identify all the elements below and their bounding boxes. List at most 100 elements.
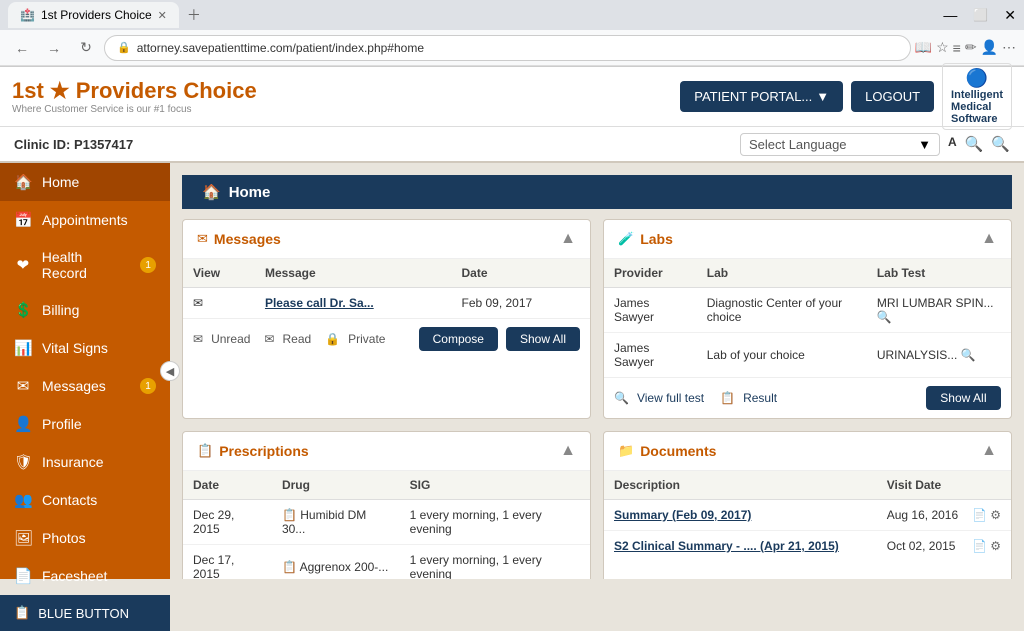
messages-col-date: Date — [451, 259, 590, 288]
vital-signs-icon: 📊 — [14, 339, 32, 357]
lab-test-search-icon-2[interactable]: 🔍 — [961, 348, 976, 362]
dashboard-grid: ✉ Messages ▲ View Message Date — [182, 219, 1012, 579]
tab-title: 1st Providers Choice — [41, 8, 152, 22]
main-content: 🏠 Home ✉ Messages ▲ View Message — [170, 163, 1024, 579]
logo-area: 1st ★ Providers Choice Where Customer Se… — [12, 78, 680, 115]
profile-icon[interactable]: 👤 — [981, 39, 998, 56]
sidebar-item-billing[interactable]: 💲 Billing — [0, 291, 170, 329]
messages-panel-collapse[interactable]: ▲ — [560, 230, 576, 248]
prescriptions-panel: 📋 Prescriptions ▲ Date Drug SIG — [182, 431, 591, 579]
lab-name-2: Lab of your choice — [697, 333, 867, 378]
unread-label: Unread — [211, 332, 250, 346]
appointments-icon: 📅 — [14, 211, 32, 229]
labs-panel-collapse[interactable]: ▲ — [981, 230, 997, 248]
sidebar-item-profile[interactable]: 👤 Profile — [0, 405, 170, 443]
search-icon-2[interactable]: 🔍 — [991, 135, 1010, 153]
home-icon: 🏠 — [14, 173, 32, 191]
rx-col-sig: SIG — [400, 471, 590, 500]
doc-settings-icon-2[interactable]: ⚙ — [990, 539, 1001, 553]
browser-nav-right: 📖 ☆ ≡ ✏ 👤 ⋯ — [915, 39, 1016, 56]
labs-panel-icon: 🧪 — [618, 231, 634, 247]
insurance-icon: 🛡 — [14, 453, 32, 471]
prescriptions-panel-body: Date Drug SIG Dec 29, 2015 📋 Humibid DM … — [183, 471, 590, 579]
patient-portal-button[interactable]: PATIENT PORTAL... ▼ — [680, 81, 843, 112]
doc-desc-1[interactable]: Summary (Feb 09, 2017) — [604, 500, 877, 531]
prescriptions-panel-collapse[interactable]: ▲ — [560, 442, 576, 460]
photos-icon: 🖼 — [14, 529, 32, 547]
compose-button[interactable]: Compose — [419, 327, 498, 351]
minimize-icon[interactable]: — — [943, 7, 957, 23]
read-icon: ✉ — [264, 332, 274, 346]
sidebar-item-appointments[interactable]: 📅 Appointments — [0, 201, 170, 239]
sidebar-item-photos[interactable]: 🖼 Photos — [0, 519, 170, 557]
sidebar-item-vital-signs[interactable]: 📊 Vital Signs — [0, 329, 170, 367]
edit-icon[interactable]: ✏ — [965, 39, 977, 56]
documents-panel-collapse[interactable]: ▲ — [981, 442, 997, 460]
message-link[interactable]: Please call Dr. Sa... — [255, 288, 452, 319]
sidebar-item-facesheet[interactable]: 📄 Facesheet — [0, 557, 170, 595]
messages-table: View Message Date ✉ Please call Dr. Sa..… — [183, 259, 590, 318]
labs-show-all-button[interactable]: Show AlI — [926, 386, 1001, 410]
star-icon[interactable]: ☆ — [936, 39, 949, 56]
back-button[interactable]: ← — [8, 34, 36, 62]
sidebar-item-messages-label: Messages — [42, 378, 106, 394]
new-tab-icon[interactable]: ＋ — [187, 5, 201, 25]
sidebar-item-home[interactable]: 🏠 Home — [0, 163, 170, 201]
patient-portal-label: PATIENT PORTAL... — [694, 89, 812, 104]
lab-provider-2: James Sawyer — [604, 333, 697, 378]
billing-icon: 💲 — [14, 301, 32, 319]
profile-nav-icon: 👤 — [14, 415, 32, 433]
health-record-icon: ❤ — [14, 256, 32, 274]
sidebar-item-vital-signs-label: Vital Signs — [42, 340, 108, 356]
logo-sub: Where Customer Service is our #1 focus — [12, 104, 680, 115]
clinic-bar: Clinic ID: P1357417 Select Language ▼ A … — [0, 127, 1024, 163]
clinic-id: Clinic ID: P1357417 — [14, 137, 740, 152]
sidebar-item-contacts[interactable]: 👥 Contacts — [0, 481, 170, 519]
address-bar[interactable]: 🔒 attorney.savepatienttime.com/patient/i… — [104, 35, 911, 61]
contacts-icon: 👥 — [14, 491, 32, 509]
doc-view-icon-2[interactable]: 📄 — [972, 539, 987, 553]
sidebar-item-insurance[interactable]: 🛡 Insurance — [0, 443, 170, 481]
labs-col-provider: Provider — [604, 259, 697, 288]
ims-logo: 🔵 Intelligent Medical Software — [942, 63, 1012, 130]
bookmarks-icon[interactable]: 📖 — [915, 39, 932, 56]
doc-visit-2: Oct 02, 2015 📄 ⚙ — [877, 531, 1011, 562]
menu-icon[interactable]: ≡ — [953, 40, 961, 56]
view-full-test-label[interactable]: View full test — [637, 391, 704, 405]
logout-button[interactable]: LOGOUT — [851, 81, 934, 112]
documents-panel-icon: 📁 — [618, 443, 634, 459]
doc-settings-icon-1[interactable]: ⚙ — [990, 508, 1001, 522]
sidebar-item-health-record[interactable]: ❤ Health Record 1 — [0, 239, 170, 291]
sidebar-collapse-button[interactable]: ◀ — [160, 361, 180, 381]
browser-tab[interactable]: 🏥 1st Providers Choice ✕ — [8, 2, 179, 28]
sidebar-item-facesheet-label: Facesheet — [42, 568, 107, 584]
table-row: James Sawyer Lab of your choice URINALYS… — [604, 333, 1011, 378]
language-select[interactable]: Select Language ▼ — [740, 133, 940, 156]
maximize-icon[interactable]: ⬜ — [973, 8, 988, 22]
labs-panel-footer: 🔍 View full test 📋 Result Show AlI — [604, 377, 1011, 418]
search-icon[interactable]: 🔍 — [965, 135, 984, 153]
sidebar-item-health-record-label: Health Record — [42, 249, 130, 281]
rx-date-2: Dec 17, 2015 — [183, 545, 272, 580]
close-icon[interactable]: ✕ — [1004, 7, 1016, 24]
refresh-button[interactable]: ↻ — [72, 34, 100, 62]
extensions-icon[interactable]: ⋯ — [1002, 39, 1016, 56]
lab-test-search-icon-1[interactable]: 🔍 — [877, 310, 892, 324]
text-size-small-icon[interactable]: A — [948, 135, 957, 153]
language-select-text: Select Language — [749, 137, 914, 152]
blue-button-label: BLUE BUTTON — [38, 606, 129, 621]
rx-sig-2: 1 every morning, 1 every evening — [400, 545, 590, 580]
result-label[interactable]: Result — [743, 391, 777, 405]
blue-button-icon: 📋 — [14, 605, 30, 621]
doc-view-icon-1[interactable]: 📄 — [972, 508, 987, 522]
messages-show-all-button[interactable]: Show All — [506, 327, 580, 351]
logo-text: 1st ★ Providers Choice — [12, 78, 680, 104]
tab-close-icon[interactable]: ✕ — [158, 9, 167, 22]
blue-button[interactable]: 📋 BLUE BUTTON — [0, 595, 170, 631]
doc-desc-2[interactable]: S2 Clinical Summary - .... (Apr 21, 2015… — [604, 531, 877, 562]
lab-provider-1: James Sawyer — [604, 288, 697, 333]
sidebar-item-messages[interactable]: ✉ Messages 1 — [0, 367, 170, 405]
private-label: Private — [348, 332, 385, 346]
forward-button[interactable]: → — [40, 34, 68, 62]
table-row: Dec 29, 2015 📋 Humibid DM 30... 1 every … — [183, 500, 590, 545]
